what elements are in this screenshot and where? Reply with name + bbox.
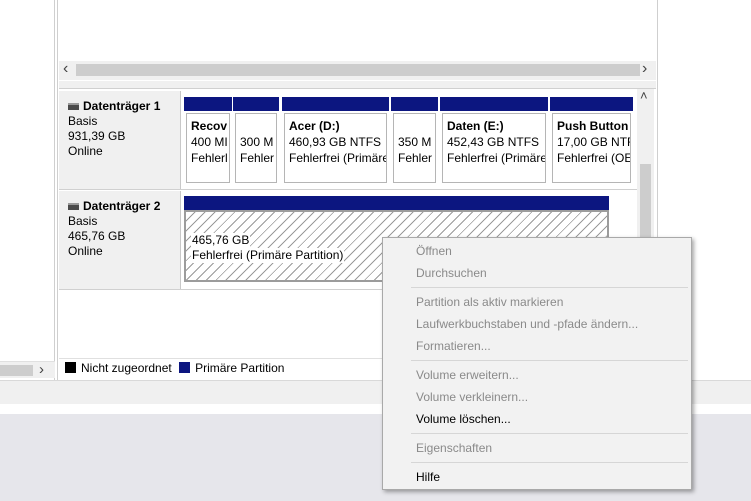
partition-block[interactable]: 350 M Fehler — [393, 113, 436, 183]
disk-size: 931,39 GB — [68, 129, 126, 143]
disk-type: Basis — [68, 214, 98, 228]
disk-drive-icon — [68, 203, 79, 210]
menu-separator — [411, 360, 688, 361]
disk-2-label[interactable]: Datenträger 2 Basis 465,76 GB Online — [59, 191, 181, 289]
partition-size: 452,43 GB NTFS — [447, 135, 540, 149]
partition-size: 17,00 GB NTF — [557, 135, 631, 149]
menu-item-mark-active[interactable]: Partition als aktiv markieren — [416, 295, 563, 309]
menu-item-properties[interactable]: Eigenschaften — [416, 441, 492, 455]
volume-list-hscrollbar[interactable]: ‹ › — [59, 61, 656, 80]
partition-header-bar — [184, 97, 232, 111]
context-menu: Öffnen Durchsuchen Partition als aktiv m… — [382, 237, 692, 490]
scroll-up-arrow-icon[interactable]: ˄ — [640, 89, 648, 103]
partition-size: 465,76 GB — [191, 233, 251, 248]
pane-divider[interactable] — [59, 81, 656, 89]
menu-item-change-drive-letter[interactable]: Laufwerkbuchstaben und -pfade ändern... — [416, 317, 638, 331]
scroll-right-arrow-icon[interactable]: › — [39, 362, 44, 377]
menu-separator — [411, 433, 688, 434]
partition-name: Daten (E:) — [447, 119, 504, 133]
partition-status: Fehlerfrei (Primäre — [447, 151, 546, 165]
partition-block[interactable]: Push Button 17,00 GB NTF Fehlerfrei (OE — [552, 113, 631, 183]
partition-header-bar — [233, 97, 279, 111]
partition-header-bar — [440, 97, 548, 111]
legend-unallocated-label: Nicht zugeordnet — [81, 361, 172, 375]
partition-header-bar — [550, 97, 633, 111]
partition-status: Fehler — [398, 151, 433, 165]
menu-separator — [411, 287, 688, 288]
menu-item-open[interactable]: Öffnen — [416, 244, 452, 258]
partition-block[interactable]: Recov 400 MI Fehlerl — [186, 113, 230, 183]
partition-status: Fehlerfrei (Primäre — [289, 151, 387, 165]
disk-status: Online — [68, 244, 103, 258]
legend-unallocated-swatch — [65, 362, 76, 373]
scroll-right-arrow-icon[interactable]: › — [642, 61, 647, 77]
menu-item-format[interactable]: Formatieren... — [416, 339, 491, 353]
disk-name: Datenträger 2 — [83, 199, 161, 213]
menu-item-explore[interactable]: Durchsuchen — [416, 266, 487, 280]
partition-size: 460,93 GB NTFS — [289, 135, 382, 149]
left-pane — [0, 0, 55, 380]
left-pane-scrollbar[interactable]: › — [0, 361, 55, 378]
menu-item-help[interactable]: Hilfe — [416, 470, 440, 484]
partition-size: 300 M — [240, 135, 274, 149]
menu-separator — [411, 462, 688, 463]
partition-header-bar — [391, 97, 438, 111]
scroll-left-arrow-icon[interactable]: ‹ — [63, 61, 68, 77]
disk-name: Datenträger 1 — [83, 99, 161, 113]
partition-size: 400 MI — [191, 135, 228, 149]
legend-primary-label: Primäre Partition — [195, 361, 285, 375]
volume-list-scroll-thumb[interactable] — [76, 64, 640, 76]
partition-name: Push Button — [557, 119, 629, 133]
partition-block[interactable]: Acer (D:) 460,93 GB NTFS Fehlerfrei (Primä… — [284, 113, 387, 183]
disk-type: Basis — [68, 114, 98, 128]
disk-1-label[interactable]: Datenträger 1 Basis 931,39 GB Online — [59, 91, 181, 189]
left-pane-scroll-thumb[interactable] — [0, 365, 33, 376]
partition-header-bar — [184, 196, 609, 210]
disk-size: 465,76 GB — [68, 229, 126, 243]
partition-status: Fehlerl — [191, 151, 228, 165]
partition-name: Acer (D:) — [289, 119, 340, 133]
menu-item-extend-volume[interactable]: Volume erweitern... — [416, 368, 519, 382]
partition-block[interactable]: 300 M Fehler — [235, 113, 277, 183]
menu-item-shrink-volume[interactable]: Volume verkleinern... — [416, 390, 528, 404]
partition-name — [398, 118, 431, 134]
partition-name: Recov — [191, 119, 228, 133]
partition-status: Fehlerfrei (Primäre Partition) — [191, 248, 345, 263]
partition-size: 350 M — [398, 135, 432, 149]
legend-primary-swatch — [179, 362, 191, 373]
partition-status: Fehlerfrei (OE — [557, 151, 631, 165]
partition-header-bar — [282, 97, 389, 111]
partition-status: Fehler — [240, 151, 275, 165]
disk-status: Online — [68, 144, 103, 158]
disk-separator — [59, 189, 637, 190]
partition-block[interactable]: Daten (E:) 452,43 GB NTFS Fehlerfrei (Prim… — [442, 113, 546, 183]
disk-drive-icon — [68, 103, 79, 110]
partition-name — [240, 118, 272, 134]
menu-item-delete-volume[interactable]: Volume löschen... — [416, 412, 511, 426]
